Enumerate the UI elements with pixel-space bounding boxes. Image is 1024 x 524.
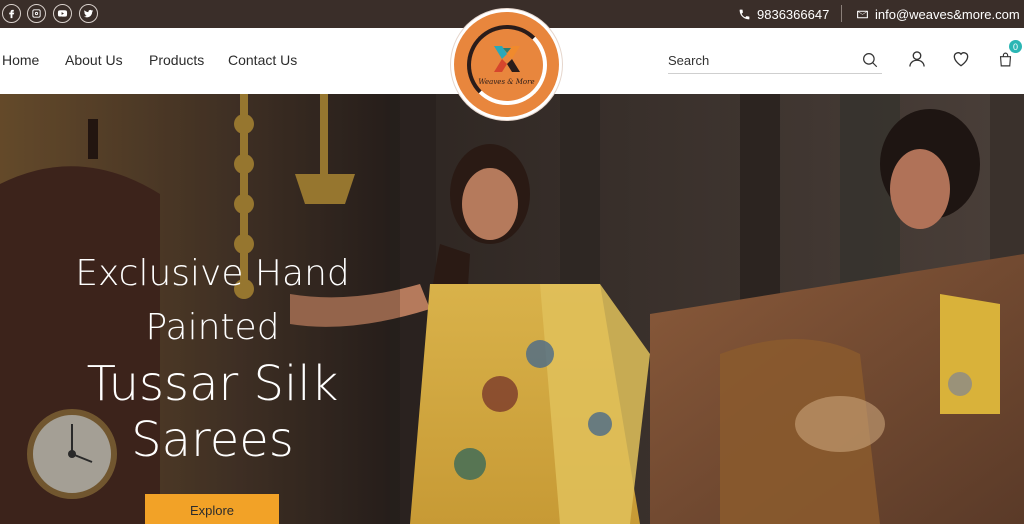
heart-icon[interactable]	[950, 48, 972, 70]
hero-heading-line1: Exclusive Hand	[75, 253, 350, 294]
phone-contact[interactable]: 9836366647	[738, 5, 829, 23]
search-icon[interactable]	[860, 50, 880, 70]
logo-emblem: Weaves & More	[454, 12, 559, 117]
topbar-divider	[841, 5, 842, 22]
envelope-icon	[857, 10, 868, 18]
user-icon[interactable]	[906, 48, 928, 70]
cart-count-badge: 0	[1009, 40, 1022, 53]
logo-text: Weaves & More	[478, 78, 535, 86]
hero-heading-line4: Sarees	[131, 412, 294, 468]
hero-heading-line2: Painted	[145, 307, 280, 348]
nav-products[interactable]: Products	[149, 52, 204, 68]
email-contact[interactable]: info@weaves&more.com	[856, 5, 1020, 23]
nav-about-us[interactable]: About Us	[65, 52, 123, 68]
explore-button[interactable]: Explore	[145, 494, 279, 524]
phone-number: 9836366647	[757, 6, 830, 22]
search-input[interactable]	[668, 50, 848, 70]
nav-home[interactable]: Home	[2, 52, 39, 68]
nav-contact-us[interactable]: Contact Us	[228, 52, 297, 68]
youtube-icon[interactable]	[53, 4, 72, 23]
facebook-icon[interactable]	[2, 4, 21, 23]
search-bar	[668, 48, 882, 74]
hero-heading-line3: Tussar Silk	[86, 356, 339, 412]
phone-icon	[739, 9, 750, 19]
weave-mark-icon	[493, 46, 520, 72]
instagram-icon[interactable]	[27, 4, 46, 23]
email-address: info@weaves&more.com	[875, 6, 1020, 22]
brand-logo[interactable]: Weaves & More	[450, 8, 563, 121]
twitter-icon[interactable]	[79, 4, 98, 23]
